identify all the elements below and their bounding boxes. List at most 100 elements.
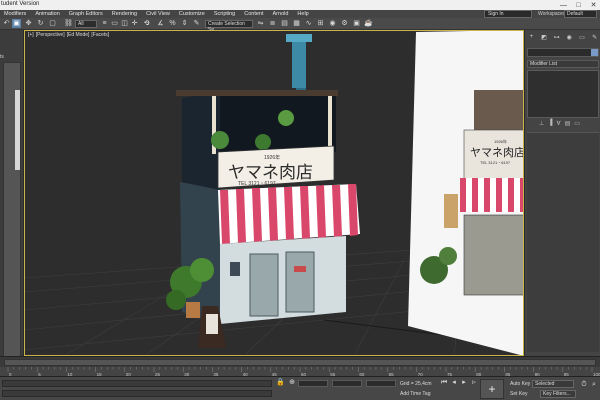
viewport-shading[interactable]: [Ed Mode] xyxy=(67,32,90,38)
maxscript-listener[interactable] xyxy=(2,380,272,387)
timeline[interactable]: 0 5 10 15 20 25 30 35 40 45 50 55 60 65 70 75 80 85 90 95 10… xyxy=(0,356,600,377)
spinner-snap-icon[interactable]: ⇕ xyxy=(180,19,189,28)
selection-filter-dropdown[interactable]: All xyxy=(75,20,97,28)
select-scale-icon[interactable]: ▢ xyxy=(48,19,57,28)
viewport-point-of-view[interactable]: [Perspective] xyxy=(36,32,65,38)
select-move-icon[interactable]: ✥ xyxy=(24,19,33,28)
curve-editor-icon[interactable]: ∿ xyxy=(304,19,313,28)
modifier-stack-tools: ⊥ ▐ ∀ ▤ ▭ xyxy=(539,120,580,127)
next-frame-icon[interactable]: ▹ xyxy=(470,379,478,387)
undo-icon[interactable]: ↶ xyxy=(2,19,11,28)
menu-rendering[interactable]: Rendering xyxy=(112,11,137,17)
menu-help[interactable]: Help xyxy=(297,11,308,17)
mirror-icon[interactable]: ⇋ xyxy=(256,19,265,28)
menu-customize[interactable]: Customize xyxy=(179,11,205,17)
main-toolbar: ↶ ▣ ✥ ↻ ▢ ⛓ All ≡ ▭ ◫ ✛ ⟲ 3 ∡ % ⇕ ✎ Crea… xyxy=(0,18,600,33)
y-coordinate-field[interactable] xyxy=(332,380,362,387)
zoom-icon[interactable]: ⌕ xyxy=(590,381,598,389)
render-setup-icon[interactable]: ⚙ xyxy=(340,19,349,28)
lock-selection-icon[interactable]: 🔒 xyxy=(276,379,285,387)
menu-civil-view[interactable]: Civil View xyxy=(146,11,170,17)
minimize-button[interactable]: — xyxy=(559,2,568,9)
close-button[interactable]: ✕ xyxy=(589,1,598,9)
reference-awning xyxy=(460,178,524,212)
menu-graph-editors[interactable]: Graph Editors xyxy=(69,11,103,17)
reference-sign-phone: TEL 3121・6197 xyxy=(480,160,511,165)
command-panel-tabs: + ◩ ⊶ ◉ ▭ ✎ xyxy=(525,34,600,44)
modify-tab-icon[interactable]: ◩ xyxy=(539,34,549,44)
command-panel: + ◩ ⊶ ◉ ▭ ✎ Modifier List ⊥ ▐ ∀ ▤ ▭ xyxy=(524,30,600,356)
menu-modifiers[interactable]: Modifiers xyxy=(4,11,26,17)
remove-modifier-icon[interactable]: ▤ xyxy=(565,120,571,127)
percent-snap-icon[interactable]: % xyxy=(168,19,177,28)
menu-arnold[interactable]: Arnold xyxy=(273,11,289,17)
add-time-tag[interactable]: Add Time Tag xyxy=(400,391,430,397)
named-selection-sets-dropdown[interactable]: Create Selection Se xyxy=(205,20,253,33)
workspaces-dropdown[interactable]: Default xyxy=(564,10,597,18)
show-end-result-icon[interactable]: ▐ xyxy=(548,120,552,127)
link-icon[interactable]: ⛓ xyxy=(64,19,73,28)
ribbon-scrollbar[interactable] xyxy=(15,90,20,170)
rendered-frame-icon[interactable]: ▣ xyxy=(352,19,361,28)
awning-stripes xyxy=(220,184,358,244)
window-controls: — □ ✕ xyxy=(559,0,598,10)
key-filters-button[interactable]: Key Filters... xyxy=(540,390,576,398)
viewport-menu[interactable]: [+] xyxy=(28,32,34,38)
move-icon[interactable]: ✛ xyxy=(130,19,139,28)
select-rotate-icon[interactable]: ↻ xyxy=(36,19,45,28)
play-icon[interactable]: ▸ xyxy=(460,379,468,387)
absolute-mode-icon[interactable]: ⊕ xyxy=(288,379,296,387)
set-key-button[interactable]: Set Key xyxy=(510,391,528,397)
hierarchy-tab-icon[interactable]: ⊶ xyxy=(552,34,562,44)
workspaces-label: Workspaces: xyxy=(538,11,567,17)
angle-snap-icon[interactable]: ∡ xyxy=(156,19,165,28)
auto-key-button[interactable]: Auto Key xyxy=(510,381,530,387)
reference-image-plane[interactable]: ヤマネ肉店 1926年 TEL 3121・6197 xyxy=(408,30,524,356)
prompt-line xyxy=(2,390,272,397)
modifier-stack[interactable] xyxy=(527,70,599,118)
left-ribbon-panel: ts xyxy=(0,30,24,380)
selection-key-dropdown[interactable]: Selected xyxy=(532,380,574,388)
viewport-scene: ヤマネ肉店 1926年 TEL 3121・6197 ヤマネ肉店 1926年 TE… xyxy=(24,30,524,356)
edit-named-selection-icon[interactable]: ✎ xyxy=(192,19,201,28)
select-object-icon[interactable]: ▣ xyxy=(12,19,21,28)
make-unique-icon[interactable]: ∀ xyxy=(557,120,561,127)
x-coordinate-field[interactable] xyxy=(298,380,328,387)
sign-in-dropdown[interactable]: Sign In xyxy=(484,10,532,18)
status-bar: 🔒 ⊕ Grid = 25,4cm Add Time Tag ⏮ ◂ ▸ ▹ +… xyxy=(0,376,600,400)
render-production-icon[interactable]: ☕ xyxy=(364,19,373,28)
layer-explorer-icon[interactable]: ▤ xyxy=(280,19,289,28)
pin-stack-icon[interactable]: ⊥ xyxy=(539,120,544,127)
maximize-button[interactable]: □ xyxy=(574,2,583,9)
display-tab-icon[interactable]: ▭ xyxy=(577,34,587,44)
create-tab-icon[interactable]: + xyxy=(526,34,536,44)
go-to-start-icon[interactable]: ⏮ xyxy=(440,379,448,387)
viewport-facets[interactable]: [Facets] xyxy=(91,32,109,38)
create-key-button[interactable]: + xyxy=(480,379,504,399)
schematic-view-icon[interactable]: ⊞ xyxy=(316,19,325,28)
rect-selection-icon[interactable]: ▭ xyxy=(110,19,119,28)
utilities-tab-icon[interactable]: ✎ xyxy=(590,34,600,44)
menu-animation[interactable]: Animation xyxy=(35,11,59,17)
viewport-label[interactable]: [+] [Perspective] [Ed Mode] [Facets] xyxy=(28,32,109,38)
time-config-icon[interactable]: ⏱ xyxy=(580,381,588,389)
perspective-viewport[interactable]: ヤマネ肉店 1926年 TEL 3121・6197 ヤマネ肉店 1926年 TE… xyxy=(24,30,524,356)
window-crossing-icon[interactable]: ◫ xyxy=(120,19,129,28)
time-slider-track[interactable] xyxy=(4,359,596,366)
title-bar: tudent Version — □ ✕ xyxy=(0,0,600,10)
modifier-list-dropdown[interactable]: Modifier List xyxy=(527,60,599,68)
configure-sets-icon[interactable]: ▭ xyxy=(574,120,580,127)
z-coordinate-field[interactable] xyxy=(366,380,396,387)
object-color-swatch[interactable] xyxy=(591,49,598,56)
reference-sign-small: 1926年 xyxy=(494,138,507,144)
material-editor-icon[interactable]: ◉ xyxy=(328,19,337,28)
object-name-field[interactable] xyxy=(527,48,599,57)
select-by-name-icon[interactable]: ≡ xyxy=(100,19,109,28)
align-icon[interactable]: ≣ xyxy=(268,19,277,28)
menu-content[interactable]: Content xyxy=(244,11,263,17)
toggle-ribbon-icon[interactable]: ▦ xyxy=(292,19,301,28)
previous-frame-icon[interactable]: ◂ xyxy=(450,379,458,387)
menu-scripting[interactable]: Scripting xyxy=(214,11,235,17)
shop-3d-model[interactable]: ヤマネ肉店 1926年 TEL 3121・6197 xyxy=(166,34,360,348)
motion-tab-icon[interactable]: ◉ xyxy=(564,34,574,44)
